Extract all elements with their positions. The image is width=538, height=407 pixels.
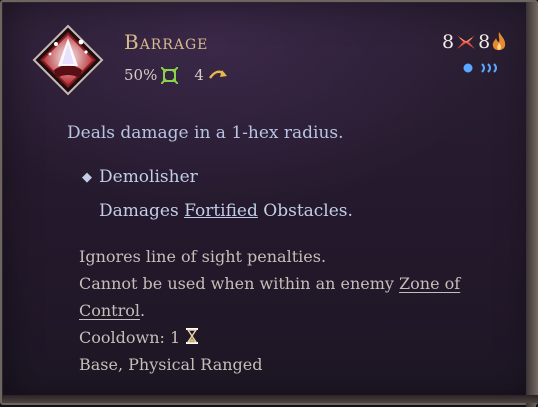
ability-costs: 8 8 [442, 31, 508, 53]
note-line-of-sight: Ignores line of sight penalties. [79, 247, 327, 266]
ability-notes: Ignores line of sight penalties. Cannot … [79, 243, 499, 378]
trait-desc-text: Damages [99, 201, 185, 221]
ability-tags: Base, Physical Ranged [79, 355, 263, 374]
cooldown-row: Cooldown: 1 [79, 324, 499, 351]
accuracy-value: 50% [124, 66, 158, 84]
action-points-icon [457, 35, 476, 49]
barrage-ability-icon [32, 24, 104, 96]
cooldown-text: Cooldown: 1 [79, 328, 181, 347]
note-zoc-line: Cannot be used when within an enemy Zone… [79, 270, 499, 297]
fortified-link[interactable]: Fortified [184, 201, 258, 221]
trait-diamond-icon: ◆ [82, 169, 92, 185]
tooltip-frame-bottom [2, 395, 538, 403]
action-points-cost: 8 [442, 31, 455, 53]
ability-tooltip: Barrage 50% 4 8 8 Deals damage in a 1-he… [0, 0, 538, 407]
ability-description: Deals damage in a 1-hex radius. [67, 123, 344, 143]
speed-pips-icon [463, 63, 497, 73]
trait-demolisher: ◆ Demolisher [82, 167, 198, 187]
tooltip-frame-right [526, 2, 536, 407]
trait-name: Demolisher [99, 167, 198, 187]
range-value: 4 [194, 66, 204, 84]
zone-of-control-link[interactable]: Zone of [399, 274, 460, 293]
note-period: . [140, 301, 146, 320]
trait-desc-end: Obstacles. [257, 201, 353, 221]
ability-title: Barrage [124, 30, 209, 54]
focus-cost: 8 [478, 31, 491, 53]
hourglass-icon [186, 328, 199, 344]
control-link[interactable]: Control [79, 301, 140, 320]
note-zoc-text: Cannot be used when within an enemy [79, 274, 400, 293]
note-zoc-line-cont: Control. [79, 297, 499, 324]
range-arc-icon [208, 70, 227, 79]
ability-stats-row: 50% 4 [124, 66, 228, 84]
trait-description: Damages Fortified Obstacles. [99, 201, 353, 221]
accuracy-crosshair-icon [161, 66, 179, 84]
focus-flame-icon [492, 32, 506, 51]
